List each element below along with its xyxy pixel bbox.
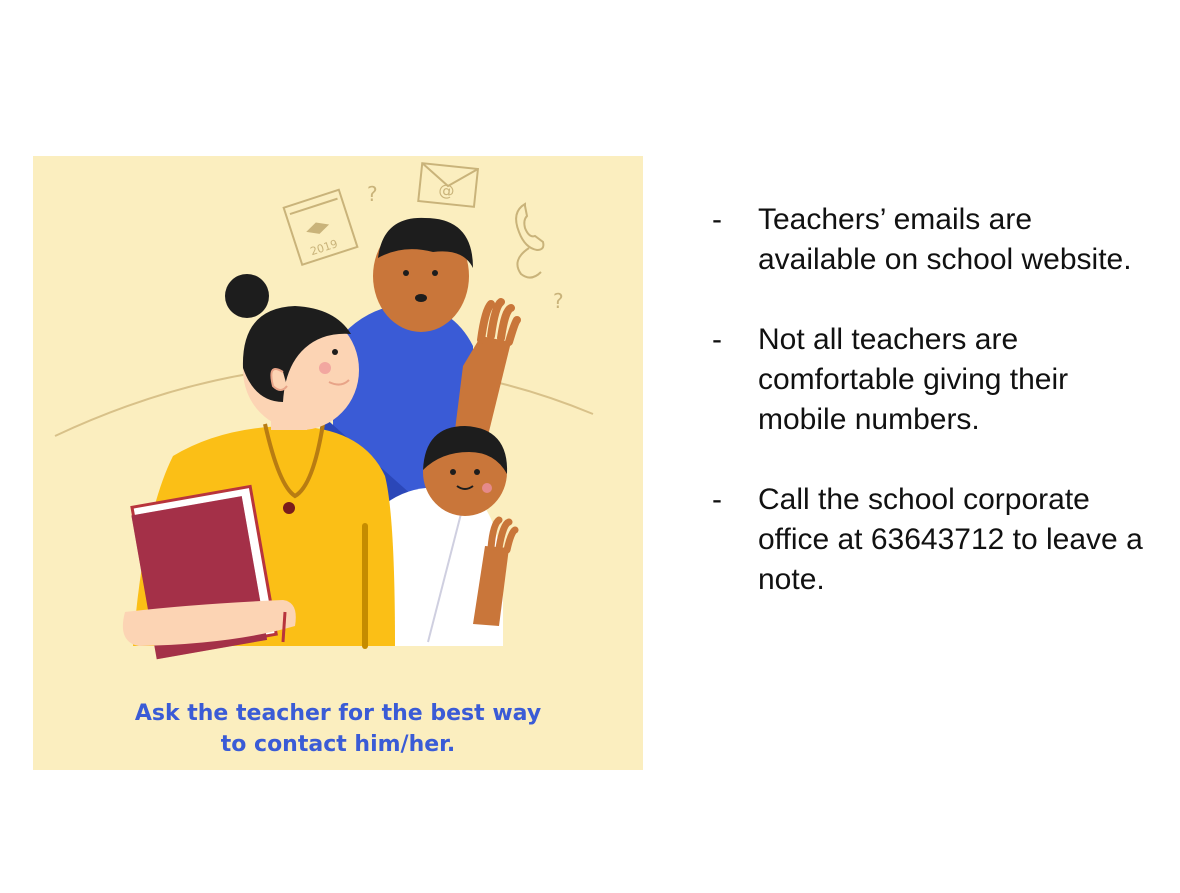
phone-icon: [515, 202, 545, 279]
bullet-list: - Teachers’ emails are available on scho…: [712, 200, 1152, 640]
bullet-item: - Teachers’ emails are available on scho…: [712, 200, 1152, 280]
bullet-text: Not all teachers are comfortable giving …: [758, 323, 1069, 436]
bullet-marker: -: [712, 483, 722, 516]
caption-line: to contact him/her.: [220, 732, 456, 757]
bullet-marker: -: [712, 203, 722, 236]
calendar-icon: 2019: [282, 188, 359, 267]
illustration-caption: Ask the teacher for the best way to cont…: [33, 698, 643, 760]
caption-line: Ask the teacher for the best way: [134, 701, 542, 726]
question-mark-icon: ?: [367, 182, 378, 206]
bullet-text: Call the school corporate office at 6364…: [758, 483, 1143, 596]
illustration-panel: 2019 ? ? @ Ask the teacher for the best …: [33, 156, 643, 770]
svg-text:@: @: [438, 180, 456, 201]
question-mark-icon: ?: [553, 289, 564, 313]
bullet-marker: -: [712, 323, 722, 356]
bullet-item: - Call the school corporate office at 63…: [712, 480, 1152, 600]
bullet-item: - Not all teachers are comfortable givin…: [712, 320, 1152, 440]
envelope-icon: @: [417, 162, 480, 208]
bullet-text: Teachers’ emails are available on school…: [758, 203, 1132, 276]
family-teacher-illustration: 2019 ? ? @: [54, 162, 594, 660]
